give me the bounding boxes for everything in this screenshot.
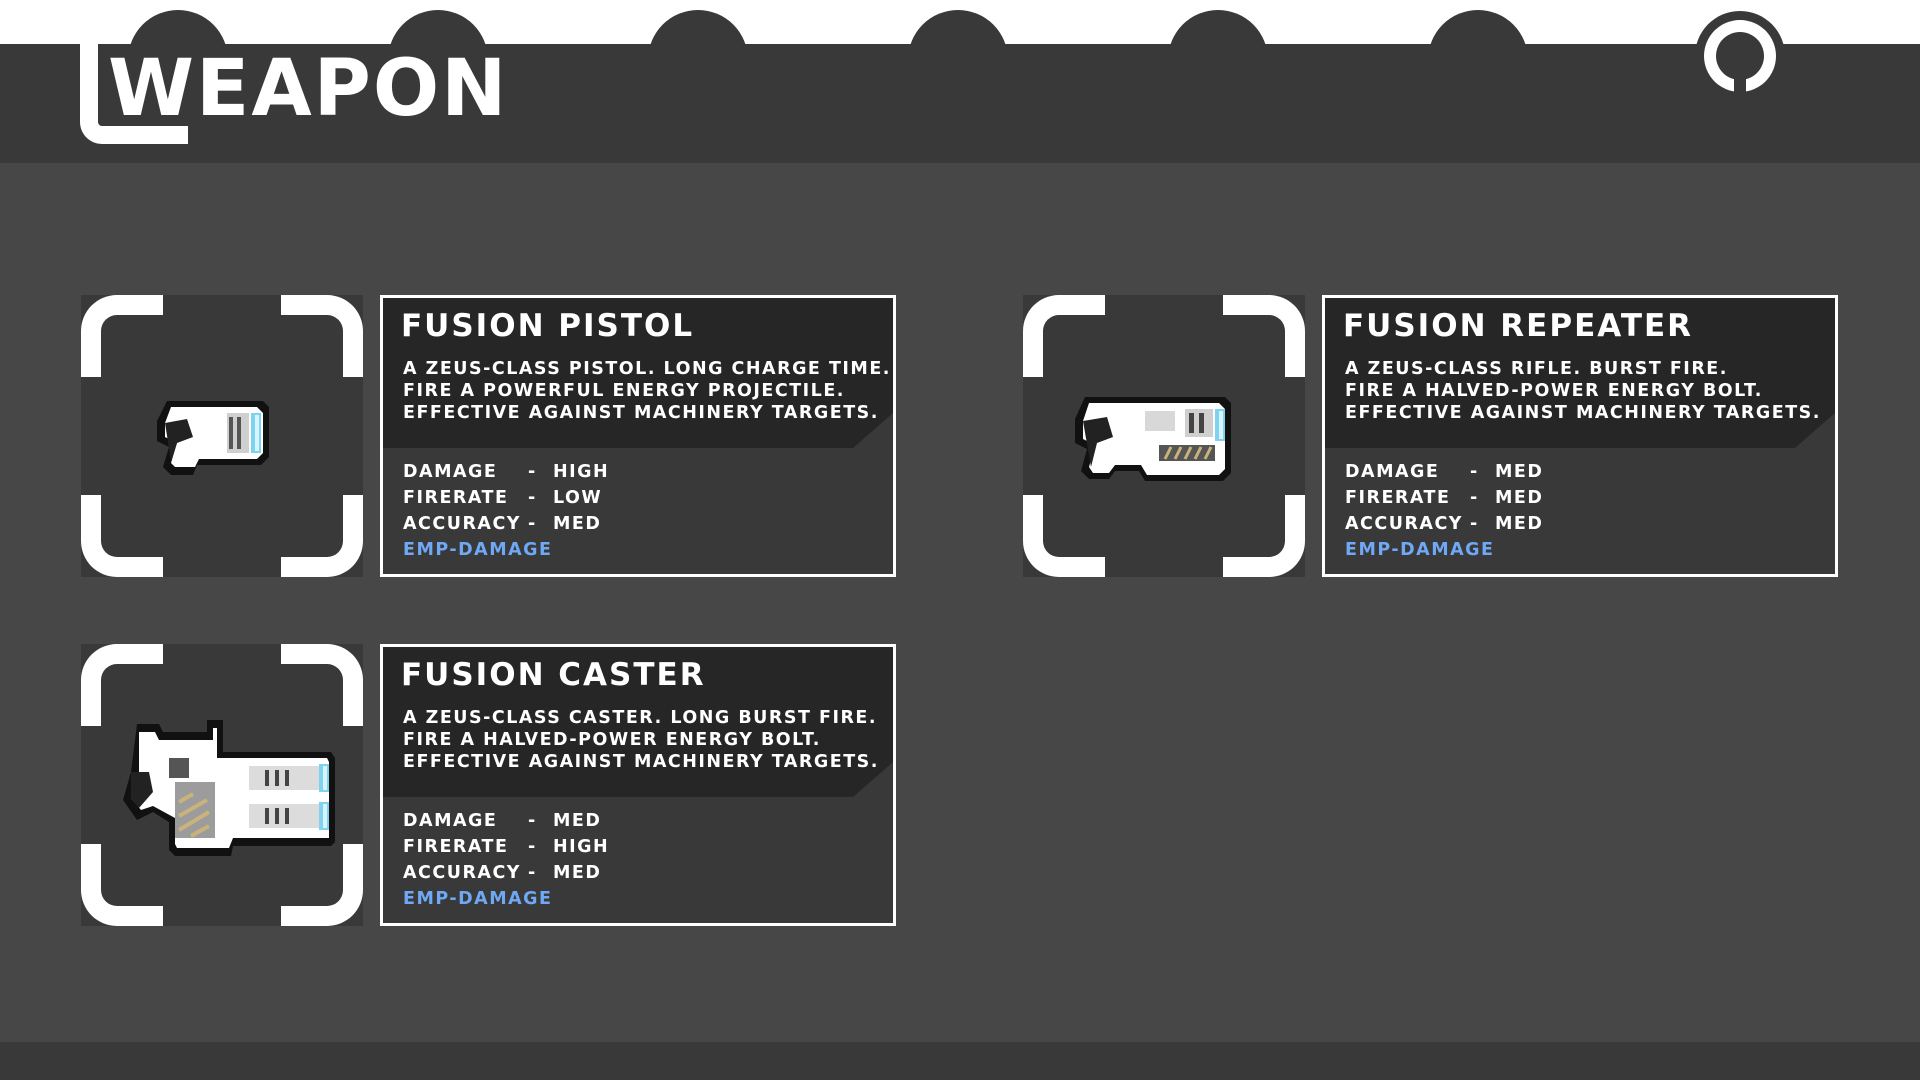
description-line: EFFECTIVE AGAINST MACHINERY TARGETS. — [403, 403, 879, 423]
weapon-card-fusion-caster[interactable]: FUSION CASTER A ZEUS-CLASS CASTER. LONG … — [81, 644, 896, 926]
frame-corner — [1223, 495, 1305, 577]
stat-value: LOW — [553, 488, 603, 508]
frame-corner — [81, 844, 163, 926]
frame-corner — [281, 495, 363, 577]
description-line: EFFECTIVE AGAINST MACHINERY TARGETS. — [1345, 403, 1821, 423]
description-line: FIRE A HALVED-POWER ENERGY BOLT. — [403, 730, 821, 750]
frame-corner — [281, 644, 363, 726]
weapon-info-panel: FUSION REPEATER A ZEUS-CLASS RIFLE. BURS… — [1322, 295, 1838, 577]
frame-corner — [81, 495, 163, 577]
stat-label: DAMAGE — [1345, 462, 1440, 482]
emp-damage-tag[interactable]: EMP-DAMAGE — [1345, 537, 1645, 563]
stat-label: DAMAGE — [403, 811, 498, 831]
stat-row-damage: DAMAGE - MED — [403, 808, 703, 834]
stat-separator: - — [1470, 488, 1479, 508]
stat-value: MED — [1495, 462, 1544, 482]
description-line: FIRE A HALVED-POWER ENERGY BOLT. — [1345, 381, 1763, 401]
weapon-name: FUSION CASTER — [401, 657, 706, 693]
stat-separator: - — [528, 514, 537, 534]
weapon-description: A ZEUS-CLASS RIFLE. BURST FIRE. FIRE A H… — [1345, 358, 1825, 424]
weapon-card-fusion-pistol[interactable]: FUSION PISTOL A ZEUS-CLASS PISTOL. LONG … — [81, 295, 896, 577]
frame-corner — [281, 844, 363, 926]
stat-value: HIGH — [553, 462, 610, 482]
stat-separator: - — [1470, 462, 1479, 482]
stat-value: MED — [553, 863, 602, 883]
stat-value: MED — [1495, 514, 1544, 534]
description-line: A ZEUS-CLASS CASTER. LONG BURST FIRE. — [403, 708, 878, 728]
weapon-card-fusion-repeater[interactable]: FUSION REPEATER A ZEUS-CLASS RIFLE. BURS… — [1023, 295, 1838, 577]
weapon-slot-frame[interactable] — [81, 644, 363, 926]
weapon-slot-frame[interactable] — [81, 295, 363, 577]
weapon-name: FUSION PISTOL — [401, 308, 695, 344]
settings-icon[interactable] — [1694, 10, 1786, 106]
description-line: FIRE A POWERFUL ENERGY PROJECTILE. — [403, 381, 845, 401]
stat-separator: - — [528, 488, 537, 508]
weapon-info-panel: FUSION PISTOL A ZEUS-CLASS PISTOL. LONG … — [380, 295, 896, 577]
weapon-description: A ZEUS-CLASS CASTER. LONG BURST FIRE. FI… — [403, 707, 883, 773]
stat-value: HIGH — [553, 837, 610, 857]
description-line: EFFECTIVE AGAINST MACHINERY TARGETS. — [403, 752, 879, 772]
frame-corner — [81, 644, 163, 726]
stat-value: MED — [553, 514, 602, 534]
stat-label: FIRERATE — [1345, 488, 1451, 508]
frame-corner — [1223, 295, 1305, 377]
stat-separator: - — [528, 811, 537, 831]
stat-label: FIRERATE — [403, 837, 509, 857]
stat-separator: - — [528, 462, 537, 482]
stat-label: ACCURACY — [403, 863, 521, 883]
description-line: A ZEUS-CLASS PISTOL. LONG CHARGE TIME. — [403, 359, 891, 379]
stat-label: FIRERATE — [403, 488, 509, 508]
weapon-description: A ZEUS-CLASS PISTOL. LONG CHARGE TIME. F… — [403, 358, 891, 424]
stat-row-firerate: FIRERATE - HIGH — [403, 834, 703, 860]
emp-damage-tag[interactable]: EMP-DAMAGE — [403, 886, 703, 912]
stat-separator: - — [528, 863, 537, 883]
weapon-info-panel: FUSION CASTER A ZEUS-CLASS CASTER. LONG … — [380, 644, 896, 926]
stat-separator: - — [1470, 514, 1479, 534]
stat-row-firerate: FIRERATE - MED — [1345, 485, 1645, 511]
frame-corner — [81, 295, 163, 377]
weapon-name: FUSION REPEATER — [1343, 308, 1694, 344]
stat-label: ACCURACY — [403, 514, 521, 534]
description-line: A ZEUS-CLASS RIFLE. BURST FIRE. — [1345, 359, 1728, 379]
stat-label: DAMAGE — [403, 462, 498, 482]
frame-corner — [1023, 495, 1105, 577]
stat-row-accuracy: ACCURACY - MED — [403, 860, 703, 886]
bottom-bar — [0, 1042, 1920, 1080]
frame-corner — [281, 295, 363, 377]
emp-damage-tag[interactable]: EMP-DAMAGE — [403, 537, 703, 563]
stat-row-accuracy: ACCURACY - MED — [1345, 511, 1645, 537]
weapon-stats: DAMAGE - MED FIRERATE - HIGH ACCURACY - … — [403, 808, 703, 912]
weapon-slot-frame[interactable] — [1023, 295, 1305, 577]
page-title: WEAPON — [108, 44, 509, 134]
stat-value: MED — [553, 811, 602, 831]
stat-row-accuracy: ACCURACY - MED — [403, 511, 703, 537]
weapon-screen: WEAPON FUSION PISTOL A ZEUS-CLASS PISTOL… — [0, 0, 1920, 1080]
weapon-stats: DAMAGE - MED FIRERATE - MED ACCURACY - M… — [1345, 459, 1645, 563]
weapon-stats: DAMAGE - HIGH FIRERATE - LOW ACCURACY - … — [403, 459, 703, 563]
stat-row-damage: DAMAGE - MED — [1345, 459, 1645, 485]
frame-corner — [1023, 295, 1105, 377]
stat-label: ACCURACY — [1345, 514, 1463, 534]
stat-value: MED — [1495, 488, 1544, 508]
stat-row-firerate: FIRERATE - LOW — [403, 485, 703, 511]
stat-separator: - — [528, 837, 537, 857]
stat-row-damage: DAMAGE - HIGH — [403, 459, 703, 485]
